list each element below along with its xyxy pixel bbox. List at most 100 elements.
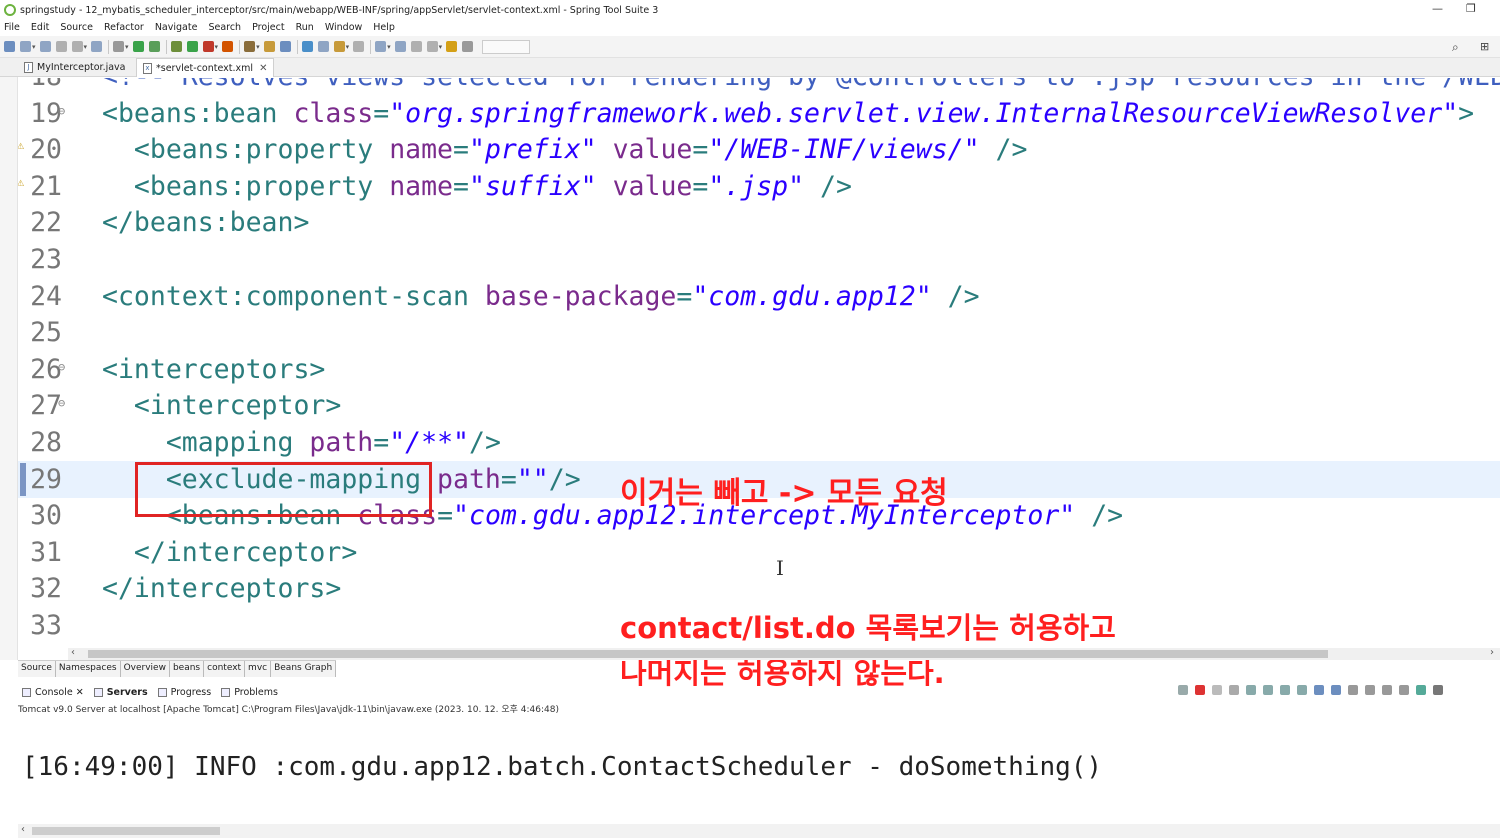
toolbar-button-icon[interactable] — [222, 41, 234, 52]
toolbar-button-icon[interactable] — [132, 41, 144, 52]
tab-myinterceptor-java[interactable]: J MyInterceptor.java — [18, 58, 132, 77]
toolbar-button-icon[interactable] — [148, 41, 160, 52]
scroll-thumb[interactable] — [32, 827, 220, 835]
editor-page-tab-context[interactable]: context — [204, 661, 246, 677]
toolbar-button-icon[interactable] — [91, 41, 103, 52]
toolbar-button-icon[interactable] — [410, 41, 422, 52]
console-action-icon[interactable] — [1280, 685, 1290, 695]
code-line[interactable]: 18 <!-- Resolves views selected for rende… — [18, 78, 1500, 95]
restore-icon[interactable]: ❐ — [1466, 2, 1476, 15]
console-action-icon[interactable] — [1212, 685, 1222, 695]
code-line[interactable]: 31 </interceptor> — [18, 534, 1500, 571]
console-action-icon[interactable] — [1433, 685, 1443, 695]
console-action-icon[interactable] — [1263, 685, 1273, 695]
editor-page-tab-beans-graph[interactable]: Beans Graph — [271, 661, 337, 677]
menu-navigate[interactable]: Navigate — [155, 22, 198, 33]
editor-page-tab-beans[interactable]: beans — [169, 661, 205, 677]
toolbar-button-icon[interactable] — [4, 41, 15, 52]
code-line[interactable]: 24 <context:component-scan base-package="… — [18, 278, 1500, 315]
view-tab-servers[interactable]: Servers — [93, 687, 148, 698]
menu-search[interactable]: Search — [208, 22, 241, 33]
chevron-down-icon[interactable]: ▾ — [84, 43, 88, 51]
close-icon[interactable]: ✕ — [259, 63, 267, 74]
toolbar-button-icon[interactable] — [20, 41, 31, 52]
minimize-icon[interactable]: — — [1432, 2, 1443, 15]
toolbar-button-icon[interactable] — [317, 41, 329, 52]
toolbar-button-icon[interactable] — [186, 41, 198, 52]
toolbar-button-icon[interactable] — [375, 41, 387, 52]
tab-servlet-context-xml[interactable]: x *servlet-context.xml ✕ — [136, 58, 275, 77]
scroll-left-icon[interactable]: ‹ — [71, 647, 75, 658]
code-line[interactable]: 22 </beans:bean> — [18, 204, 1500, 241]
fold-toggle-icon[interactable]: ⊖ — [58, 93, 65, 130]
chevron-down-icon[interactable]: ▾ — [387, 43, 391, 51]
toolbar-button-icon[interactable] — [353, 41, 365, 52]
menu-edit[interactable]: Edit — [31, 22, 49, 33]
code-line[interactable]: 32 </interceptors> — [18, 570, 1500, 607]
code-line[interactable]: 19 ⊖ <beans:bean class="org.springframewor… — [18, 95, 1500, 132]
editor-page-tab-source[interactable]: Source — [18, 661, 56, 677]
scroll-left-icon[interactable]: ‹ — [21, 824, 25, 835]
menu-window[interactable]: Window — [325, 22, 362, 33]
toolbar-button-icon[interactable] — [71, 41, 83, 52]
search-icon[interactable]: ⌕ — [1452, 40, 1459, 55]
scroll-thumb[interactable] — [88, 650, 1328, 658]
toolbar-button-icon[interactable] — [55, 41, 67, 52]
warning-icon[interactable]: ⚠ — [18, 127, 24, 164]
toolbar-button-icon[interactable] — [426, 41, 438, 52]
console-action-icon[interactable] — [1178, 685, 1188, 695]
code-editor[interactable]: 18 <!-- Resolves views selected for rende… — [18, 78, 1500, 650]
toolbar-combo[interactable] — [482, 39, 531, 54]
console-action-icon[interactable] — [1195, 685, 1205, 695]
editor-page-tab-overview[interactable]: Overview — [120, 661, 170, 677]
menu-source[interactable]: Source — [60, 22, 93, 33]
toolbar-button-icon[interactable] — [279, 41, 291, 52]
chevron-down-icon[interactable]: ▾ — [125, 43, 129, 51]
editor-horizontal-scrollbar[interactable]: ‹ › — [68, 647, 1500, 660]
toolbar-button-icon[interactable] — [263, 41, 275, 52]
code-line[interactable]: 26 ⊖ <interceptors> — [18, 351, 1500, 388]
toolbar-button-icon[interactable] — [333, 41, 345, 52]
console-action-icon[interactable] — [1314, 685, 1324, 695]
code-line[interactable]: 23 — [18, 241, 1500, 278]
console-action-icon[interactable] — [1246, 685, 1256, 695]
console-action-icon[interactable] — [1382, 685, 1392, 695]
console-action-icon[interactable] — [1365, 685, 1375, 695]
chevron-down-icon[interactable]: ▾ — [346, 43, 350, 51]
chevron-down-icon[interactable]: ▾ — [32, 43, 36, 51]
console-horizontal-scrollbar[interactable]: ‹ — [18, 824, 1500, 838]
view-tab-progress[interactable]: Progress — [157, 687, 211, 698]
console-action-icon[interactable] — [1297, 685, 1307, 695]
menu-help[interactable]: Help — [373, 22, 395, 33]
toolbar-button-icon[interactable] — [301, 41, 313, 52]
view-tab-problems[interactable]: Problems — [221, 687, 278, 698]
scroll-right-icon[interactable]: › — [1490, 647, 1494, 658]
chevron-down-icon[interactable]: ▾ — [439, 43, 443, 51]
toolbar-button-icon[interactable] — [244, 41, 256, 52]
warning-icon[interactable]: ⚠ — [18, 164, 24, 201]
toolbar-button-icon[interactable] — [39, 41, 51, 52]
console-action-icon[interactable] — [1331, 685, 1341, 695]
console-action-icon[interactable] — [1399, 685, 1409, 695]
toolbar-button-icon[interactable] — [446, 41, 458, 52]
perspective-icon[interactable]: ⊞ — [1480, 40, 1489, 53]
code-line[interactable]: 25 — [18, 314, 1500, 351]
menu-project[interactable]: Project — [252, 22, 285, 33]
console-action-icon[interactable] — [1348, 685, 1358, 695]
chevron-down-icon[interactable]: ▾ — [256, 43, 260, 51]
code-line[interactable]: ⚠ 21 <beans:property name="suffix" value=… — [18, 168, 1500, 205]
code-line[interactable]: 27 ⊖ <interceptor> — [18, 387, 1500, 424]
menu-run[interactable]: Run — [296, 22, 314, 33]
editor-page-tab-namespaces[interactable]: Namespaces — [55, 661, 121, 677]
toolbar-button-icon[interactable] — [202, 41, 214, 52]
toolbar-button-icon[interactable] — [113, 41, 125, 52]
code-line[interactable]: ⚠ 20 <beans:property name="prefix" value=… — [18, 131, 1500, 168]
toolbar-button-icon[interactable] — [462, 41, 474, 52]
toolbar-button-icon[interactable] — [394, 41, 406, 52]
code-line[interactable]: 28 <mapping path="/**"/> — [18, 424, 1500, 461]
menu-file[interactable]: File — [4, 22, 20, 33]
editor-page-tab-mvc[interactable]: mvc — [245, 661, 272, 677]
chevron-down-icon[interactable]: ▾ — [215, 43, 219, 51]
fold-toggle-icon[interactable]: ⊖ — [58, 349, 65, 386]
toolbar-button-icon[interactable] — [170, 41, 182, 52]
